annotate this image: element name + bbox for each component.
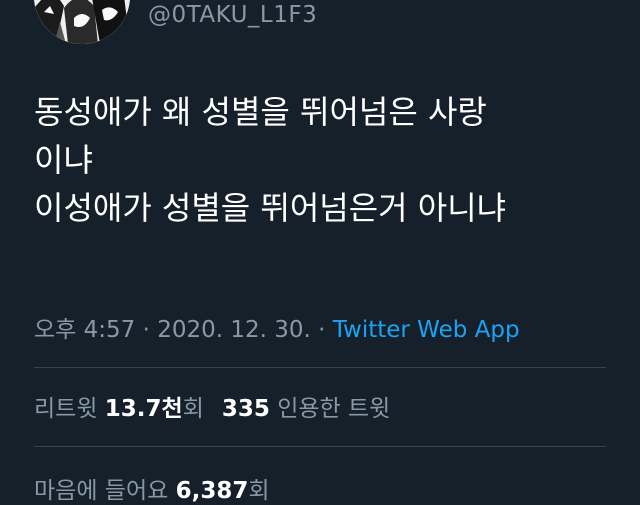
meta-separator: · [135,317,158,343]
retweets-suffix: 회 [182,396,204,422]
tweet-date[interactable]: 2020. 12. 30. [157,317,311,343]
likes-suffix: 회 [248,478,270,504]
tweet-meta: 오후 4:57 · 2020. 12. 30. · Twitter Web Ap… [34,310,520,344]
divider [34,446,606,447]
quotes-label: 인용한 트윗 [277,396,391,422]
likes-stat[interactable]: 마음에 들어요 6,387회 [34,471,270,505]
tweet-time[interactable]: 오후 4:57 [34,317,135,343]
manga-avatar-icon [34,0,130,44]
tweet-line: 동성애가 왜 성별을 뛰어넘은 사랑 [34,93,487,131]
retweets-label: 리트윗 [34,396,98,422]
quotes-stat[interactable]: 335 인용한 트윗 [222,396,390,422]
tweet-line: 이성애가 성별을 뛰어넘은거 아니냐 [34,189,507,227]
retweet-quote-stats: 리트윗 13.7천회 335 인용한 트윗 [34,389,390,423]
quotes-count: 335 [221,396,270,422]
likes-count: 6,387 [175,478,249,504]
tweet-line: 이냐 [34,141,93,179]
tweet-text: 동성애가 왜 성별을 뛰어넘은 사랑 이냐 이성애가 성별을 뛰어넘은거 아니냐 [34,88,624,232]
retweets-count: 13.7천 [104,396,183,422]
author-handle[interactable]: @0TAKU_L1F3 [148,2,317,28]
tweet-source-link[interactable]: Twitter Web App [333,317,520,343]
user-avatar[interactable] [34,0,130,44]
meta-separator: · [310,317,333,343]
divider [34,367,606,368]
retweets-stat[interactable]: 리트윗 13.7천회 [34,396,204,422]
likes-label: 마음에 들어요 [34,478,169,504]
